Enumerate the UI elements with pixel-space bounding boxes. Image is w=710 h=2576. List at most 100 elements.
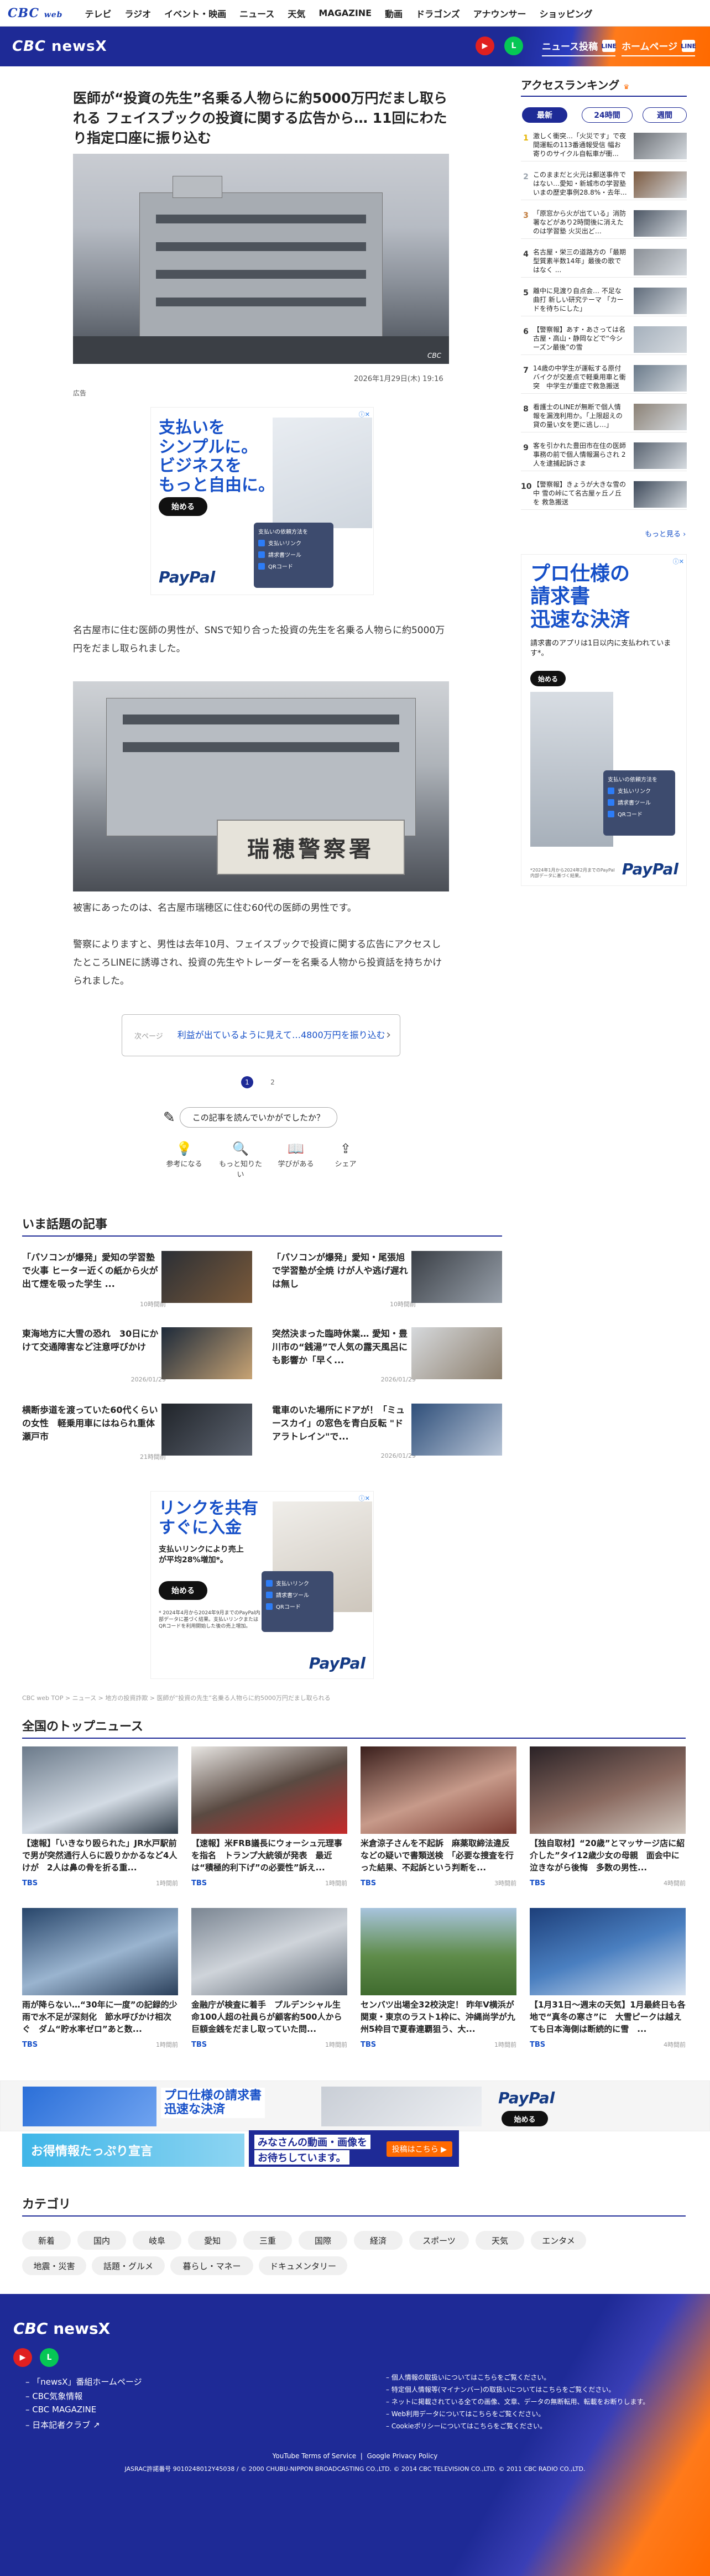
ranking-tab-weekly[interactable]: 週間 — [643, 107, 687, 123]
nav-magazine[interactable]: MAGAZINE — [319, 8, 372, 18]
ranking-item[interactable]: 1 激しく衝突…「火災です」で夜間運転の113番通報受信 幅お寄りのサイクル自転車… — [521, 132, 687, 161]
category-chip[interactable]: 地震・災害 — [22, 2256, 86, 2275]
category-chip[interactable]: 新着 — [22, 2231, 71, 2250]
react-share[interactable]: ⇪ シェア — [321, 1139, 370, 1169]
trending-thumb — [161, 1404, 252, 1456]
adchoices-icon[interactable]: ⓘ✕ — [359, 1494, 370, 1503]
deal-banner[interactable]: お得情報たっぷり宣言 — [22, 2134, 244, 2167]
ranking-item[interactable]: 3 「原窓から火が出ている」消防署などがあり2時間後に消えたのは学習塾 火災出ど… — [521, 209, 687, 239]
topnews-card[interactable]: 【速報】「いきなり殴られた」JR水戸駅前で男が突然通行人らに殴りかかるなど4人け… — [22, 1746, 178, 1887]
youtube-icon[interactable]: ▶ — [13, 2348, 32, 2367]
trending-card[interactable]: 横断歩道を渡っていた60代くらいの女性 軽乗用車にはねられ重体 瀬戸市 21時間前 — [22, 1404, 254, 1464]
trending-card[interactable]: 電車のいた場所にドアが！「ミュースカイ」の窓色を青白反転 "ドアラトレイン"で.… — [272, 1404, 504, 1464]
category-chip[interactable]: 天気 — [476, 2231, 524, 2250]
trending-card[interactable]: 「パソコンが爆発」愛知の学習塾で火事 ヒーター近くの紙から火が出て煙を吸った学生… — [22, 1251, 254, 1312]
category-chip[interactable]: 話題・グルメ — [92, 2256, 165, 2275]
footer-link[interactable]: – CBC気象情報 — [25, 2390, 82, 2402]
line-icon[interactable]: L — [504, 36, 523, 55]
newsx-logo[interactable]: CBC newsX — [12, 38, 107, 55]
nav-shopping[interactable]: ショッピング — [539, 7, 592, 20]
trending-card[interactable]: 突然決まった臨時休業… 愛知・豊川市の“銭湯”で人気の露天風呂にも影響か「早く.… — [272, 1327, 504, 1388]
category-chip[interactable]: 岐阜 — [133, 2231, 181, 2250]
nav-tv[interactable]: テレビ — [85, 7, 111, 20]
page-2[interactable]: 2 — [267, 1076, 279, 1088]
rank-title: 「原窓から火が出ている」消防署などがあり2時間後に消えたのは学習塾 火災出ど… — [533, 210, 627, 235]
ranking-item[interactable]: 6 【警察報】あす・あさっては名古屋・高山・静岡などで“今シーズン最後”の雪 — [521, 325, 687, 355]
paypal-wide-ad[interactable]: プロ仕様の請求書 迅速な決済 PayPal 始める — [0, 2080, 710, 2131]
react-helpful[interactable]: 💡 参考になる — [159, 1139, 209, 1169]
ranking-item[interactable]: 8 看護士のLINEが無断で個人情報を漏洩利用か。「上限超えの貸の量い女を更に逃し… — [521, 403, 687, 432]
category-chip[interactable]: スポーツ — [409, 2231, 469, 2250]
footer-policy-link[interactable]: – ネットに掲載されている全ての画像、文章、データの無断転用、転載をお断りします… — [386, 2397, 649, 2406]
topnews-card[interactable]: 米倉涼子さんを不起訴 麻薬取締法違反などの疑いで書類送検 「必要な捜査を行った結… — [361, 1746, 516, 1887]
topnews-card[interactable]: 【1月31日〜週末の天気】1月最終日も各地で“真冬の寒さ”に 大雪ピークは越えて… — [530, 1908, 686, 2049]
nav-radio[interactable]: ラジオ — [124, 7, 151, 20]
breadcrumb[interactable]: CBC web TOP > ニュース > 地方の投資詐欺 > 医師が“投資の先生… — [22, 1693, 686, 1702]
wide-ad-start-button[interactable]: 始める — [502, 2111, 548, 2126]
ranking-tab-24h[interactable]: 24時間 — [582, 107, 633, 123]
nav-news[interactable]: ニュース — [239, 7, 274, 20]
topnews-card[interactable]: 【独自取材】“20歳”とマッサージ店に紹介した”タイ12歳少女の母親 面会中に泣… — [530, 1746, 686, 1887]
react-more[interactable]: 🔍 もっと知りたい — [216, 1139, 265, 1179]
category-chip[interactable]: 暮らし・マネー — [170, 2256, 253, 2275]
category-chip[interactable]: ドキュメンタリー — [259, 2256, 347, 2275]
cbc-web-logo[interactable]: CBC web — [8, 6, 62, 20]
page-1[interactable]: 1 — [241, 1076, 253, 1088]
homepage-button[interactable]: ホームページ LINE — [622, 35, 696, 56]
ranking-item[interactable]: 4 名古屋・栄三の道路方の「最期型質素半数14年」最後の歌ではなく ... — [521, 248, 687, 278]
ranking-more-link[interactable]: もっと見る › — [645, 528, 686, 539]
category-chip[interactable]: 国内 — [77, 2231, 126, 2250]
footer-link[interactable]: – 「newsX」番組ホームページ — [25, 2376, 142, 2387]
ranking-item[interactable]: 7 14歳の中学生が運転する原付バイクが交差点で軽乗用車と衝突 中学生が重症で救急… — [521, 364, 687, 394]
post-banner-cta[interactable]: 投稿はこちら ▶ — [386, 2141, 452, 2157]
react-learn[interactable]: 📖 学びがある — [271, 1139, 321, 1169]
paypal-side-ad[interactable]: ⓘ✕ プロ仕様の 請求書 迅速な決済 請求書のアプリは1日以内に支払われています… — [521, 554, 687, 886]
category-chip[interactable]: エンタメ — [531, 2231, 586, 2250]
footer-policy-link[interactable]: – 個人情報の取扱いについてはこちらをご覧ください。 — [386, 2372, 550, 2382]
topnews-card[interactable]: 雨が降らない…“30年に一度”の記録的少雨で水不足が深刻化 節水呼びかけ相次ぐ … — [22, 1908, 178, 2049]
paypal-ad[interactable]: 支払いを シンプルに。 ビジネスを もっと自由に。 始める PayPal 支払い… — [150, 407, 374, 595]
ranking-item[interactable]: 9 客を引かれた豊田市在住の医師 事務の前で個人情報漏らされ 2人を逮捕起訴さま — [521, 441, 687, 471]
side-ad-payment-ui: 支払いの依頼方法を 支払いリンク 請求書ツール QRコード — [603, 770, 675, 836]
youtube-icon[interactable]: ▶ — [476, 36, 494, 55]
footer-link[interactable]: – CBC MAGAZINE — [25, 2405, 96, 2415]
news-post-button[interactable]: ニュース投稿 LINE — [542, 35, 617, 56]
ad2-start-button[interactable]: 始める — [159, 1581, 207, 1600]
footer-logo[interactable]: CBC newsX — [13, 2319, 110, 2338]
trending-card[interactable]: 東海地方に大雪の恐れ 30日にかけて交通障害など注意呼びかけ 2026/01/29 — [22, 1327, 254, 1388]
ranking-item[interactable]: 10 【警察報】きょうが大きな雪の中 雪の峠にて名古屋ヶ丘ノ丘を 救急搬送 — [521, 480, 687, 510]
article-paragraph-3: 警察によりますと、男性は去年10月、フェイスブックで投資に関する広告にアクセスし… — [73, 939, 442, 987]
rank-thumb — [634, 288, 687, 314]
nav-video[interactable]: 動画 — [385, 7, 403, 20]
category-chip[interactable]: 経済 — [354, 2231, 403, 2250]
nav-events[interactable]: イベント・映画 — [164, 7, 226, 20]
footer-policy-link[interactable]: – 特定個人情報等(マイナンバー)の取扱いについてはこちらをご覧ください。 — [386, 2385, 615, 2394]
adchoices-icon[interactable]: ⓘ✕ — [359, 410, 370, 419]
topnews-card[interactable]: センバツ出場全32校決定！ 昨年V横浜が関東・東京のラスト1枠に、沖縄尚学が九州… — [361, 1908, 516, 2049]
footer-policy-link[interactable]: – Cookieポリシーについてはこちらをご覧ください。 — [386, 2421, 546, 2431]
footer-policy-link[interactable]: – Web利用データについてはこちらをご覧ください。 — [386, 2409, 545, 2418]
nav-announcer[interactable]: アナウンサー — [473, 7, 526, 20]
paypal-ad-2[interactable]: リンクを共有 すぐに入金 支払いリンクにより売上が平均28%増加*。 始める *… — [150, 1491, 374, 1679]
trending-card[interactable]: 「パソコンが爆発」愛知・尾張旭で学習塾が全焼 けが人や逃げ遅れは無し 10時間前 — [272, 1251, 504, 1312]
ranking-tab-latest[interactable]: 最新 — [522, 107, 567, 123]
category-chip[interactable]: 国際 — [299, 2231, 347, 2250]
post-banner[interactable]: みなさんの動画・画像を お待ちしています。 投稿はこちら ▶ — [249, 2130, 459, 2167]
ad-start-button[interactable]: 始める — [159, 497, 207, 516]
footer-link[interactable]: – 日本記者クラブ ↗ — [25, 2419, 100, 2431]
ranking-item[interactable]: 2 このままだと火元は郵送事件ではない…愛知・新城市の学習塾 いまの歴史事例28.… — [521, 170, 687, 200]
category-chip[interactable]: 愛知 — [188, 2231, 237, 2250]
topnews-card[interactable]: 金融庁が検査に着手 プルデンシャル生命100人超の社員らが顧客約500人から巨額… — [191, 1908, 347, 2049]
nav-dragons[interactable]: ドラゴンズ — [416, 7, 460, 20]
next-page-link[interactable]: 次ページ 利益が出ているように見えて…4800万円を振り込む › — [122, 1014, 400, 1056]
google-privacy-link[interactable]: Google Privacy Policy — [367, 2452, 437, 2460]
topnews-card[interactable]: 【速報】米FRB議長にウォーシュ元理事を指名 トランプ大統領が発表 最近は“積極… — [191, 1746, 347, 1887]
category-chip[interactable]: 三重 — [243, 2231, 292, 2250]
ranking-item[interactable]: 5 離中に見渡り自点会… 不足な曲打 新しい研究テーマ 「カードを待ちにした」 — [521, 286, 687, 316]
nav-weather[interactable]: 天気 — [288, 7, 305, 20]
adchoices-icon[interactable]: ⓘ✕ — [673, 557, 684, 566]
side-ad-start-button[interactable]: 始める — [530, 671, 566, 686]
youtube-terms-link[interactable]: YouTube Terms of Service — [273, 2452, 357, 2460]
rank-number: 6 — [523, 327, 529, 336]
line-icon[interactable]: L — [40, 2348, 59, 2367]
